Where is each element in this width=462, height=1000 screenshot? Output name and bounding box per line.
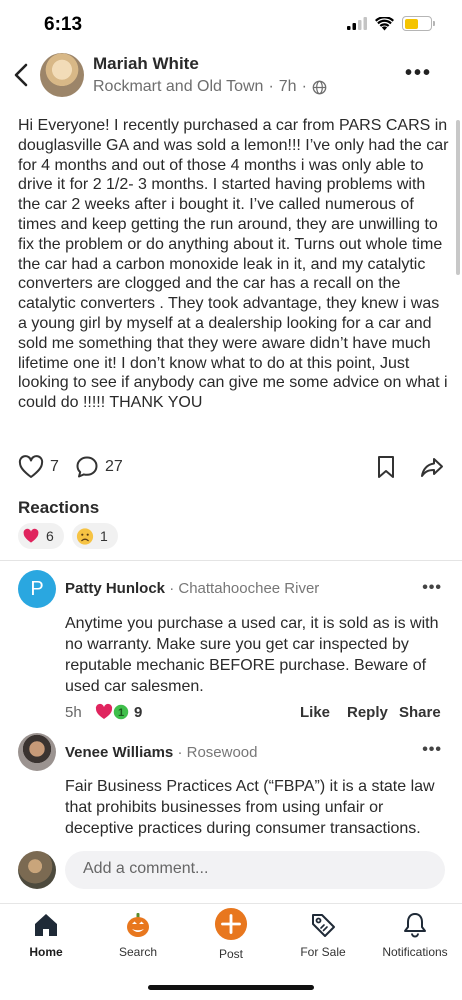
svg-text:1: 1: [118, 707, 124, 719]
wifi-icon: [375, 16, 394, 30]
commenter-neighborhood[interactable]: Rosewood: [187, 744, 258, 761]
post-action-row: 7 27: [0, 455, 462, 485]
bookmark-button[interactable]: [376, 455, 396, 479]
heart-outline-icon: [18, 455, 44, 478]
like-count: 7: [50, 458, 59, 475]
comment-bubble-icon: [76, 456, 98, 478]
comment-item: P Patty Hunlock · Chattahoochee River ••…: [0, 570, 462, 730]
bookmark-icon: [378, 456, 394, 478]
commenter-name-line: Patty Hunlock · Chattahoochee River: [65, 580, 319, 597]
comment-separator: ·: [169, 580, 179, 597]
comment-button[interactable]: 27: [75, 455, 123, 479]
reactions-title: Reactions: [18, 498, 100, 517]
comment-separator: ·: [177, 744, 187, 761]
commenter-neighborhood[interactable]: Chattahoochee River: [178, 580, 319, 597]
post-more-button[interactable]: •••: [405, 63, 432, 83]
battery-icon: [402, 16, 435, 31]
globe-icon: [312, 80, 327, 94]
meta-separator: ·: [301, 78, 307, 95]
comment-count: 27: [105, 458, 123, 475]
section-divider: [0, 560, 462, 561]
commenter-avatar[interactable]: P: [18, 570, 56, 608]
nav-for-sale[interactable]: For Sale: [277, 911, 369, 959]
share-arrow-icon: [421, 458, 443, 477]
nav-label: Home: [29, 945, 63, 959]
reaction-count: 6: [46, 528, 54, 544]
comment-item: Venee Williams · Rosewood ••• Fair Busin…: [0, 733, 462, 843]
plus-circle-icon: [214, 907, 248, 941]
back-button[interactable]: [10, 62, 34, 88]
scroll-indicator[interactable]: [456, 120, 460, 275]
author-name[interactable]: Mariah White: [93, 54, 199, 74]
share-button[interactable]: [420, 455, 444, 479]
like-button[interactable]: 7: [18, 455, 59, 479]
status-icons: [347, 16, 435, 31]
commenter-name-line: Venee Williams · Rosewood: [65, 744, 258, 761]
commenter-avatar[interactable]: [18, 733, 56, 771]
commenter-name[interactable]: Patty Hunlock: [65, 580, 165, 597]
nav-label: For Sale: [300, 945, 346, 959]
comment-footer: 5h 1 9 Like Reply Share: [65, 702, 445, 726]
nav-home[interactable]: Home: [0, 911, 92, 959]
author-meta: Rockmart and Old Town · 7h ·: [93, 78, 327, 96]
post-header: Mariah White Rockmart and Old Town · 7h …: [0, 52, 462, 100]
pumpkin-search-icon: [127, 913, 149, 937]
comment-text: Anytime you purchase a used car, it is s…: [65, 615, 439, 695]
comment-reactions[interactable]: 1: [94, 702, 134, 726]
author-neighborhood[interactable]: Rockmart and Old Town: [93, 78, 263, 96]
author-avatar[interactable]: [40, 53, 84, 97]
comment-more-button[interactable]: •••: [422, 741, 442, 759]
comment-text: Fair Business Practices Act (“FBPA”) it …: [65, 778, 435, 837]
comment-input[interactable]: Add a comment...: [65, 851, 445, 889]
signal-icon: [347, 17, 367, 30]
bell-icon: [404, 913, 426, 938]
status-bar: 6:13: [0, 0, 462, 52]
meta-separator: ·: [268, 78, 274, 95]
home-icon: [35, 914, 57, 936]
commenter-name[interactable]: Venee Williams: [65, 744, 173, 761]
reaction-chip-heart[interactable]: 6: [18, 523, 64, 549]
comment-like-button[interactable]: Like: [300, 704, 330, 721]
nav-label: Post: [218, 947, 243, 961]
nav-label: Search: [118, 945, 158, 959]
nav-post[interactable]: Post: [185, 907, 277, 961]
price-tag-icon: [312, 914, 335, 937]
sad-face-emoji-icon: [76, 527, 94, 545]
status-time: 6:13: [44, 14, 83, 35]
current-user-avatar: [18, 851, 56, 889]
comment-more-button[interactable]: •••: [422, 579, 442, 597]
comment-composer: Add a comment...: [0, 848, 462, 894]
post-body: Hi Everyone! I recently purchased a car …: [18, 117, 449, 412]
home-indicator: [148, 985, 314, 990]
nav-search[interactable]: Search: [92, 911, 184, 959]
nav-label: Notifications: [382, 945, 448, 959]
heart-emoji-icon: [22, 527, 40, 545]
post-age: 7h: [278, 78, 297, 95]
comment-reply-button[interactable]: Reply: [347, 704, 388, 721]
nav-notifications[interactable]: Notifications: [369, 911, 461, 959]
comment-share-button[interactable]: Share: [399, 704, 441, 721]
comment-age: 5h: [65, 704, 82, 721]
comment-reaction-icons: 1: [95, 703, 130, 721]
reaction-count: 1: [100, 528, 108, 544]
comment-reaction-count: 9: [134, 704, 143, 721]
reaction-chip-sad[interactable]: 1: [72, 523, 118, 549]
